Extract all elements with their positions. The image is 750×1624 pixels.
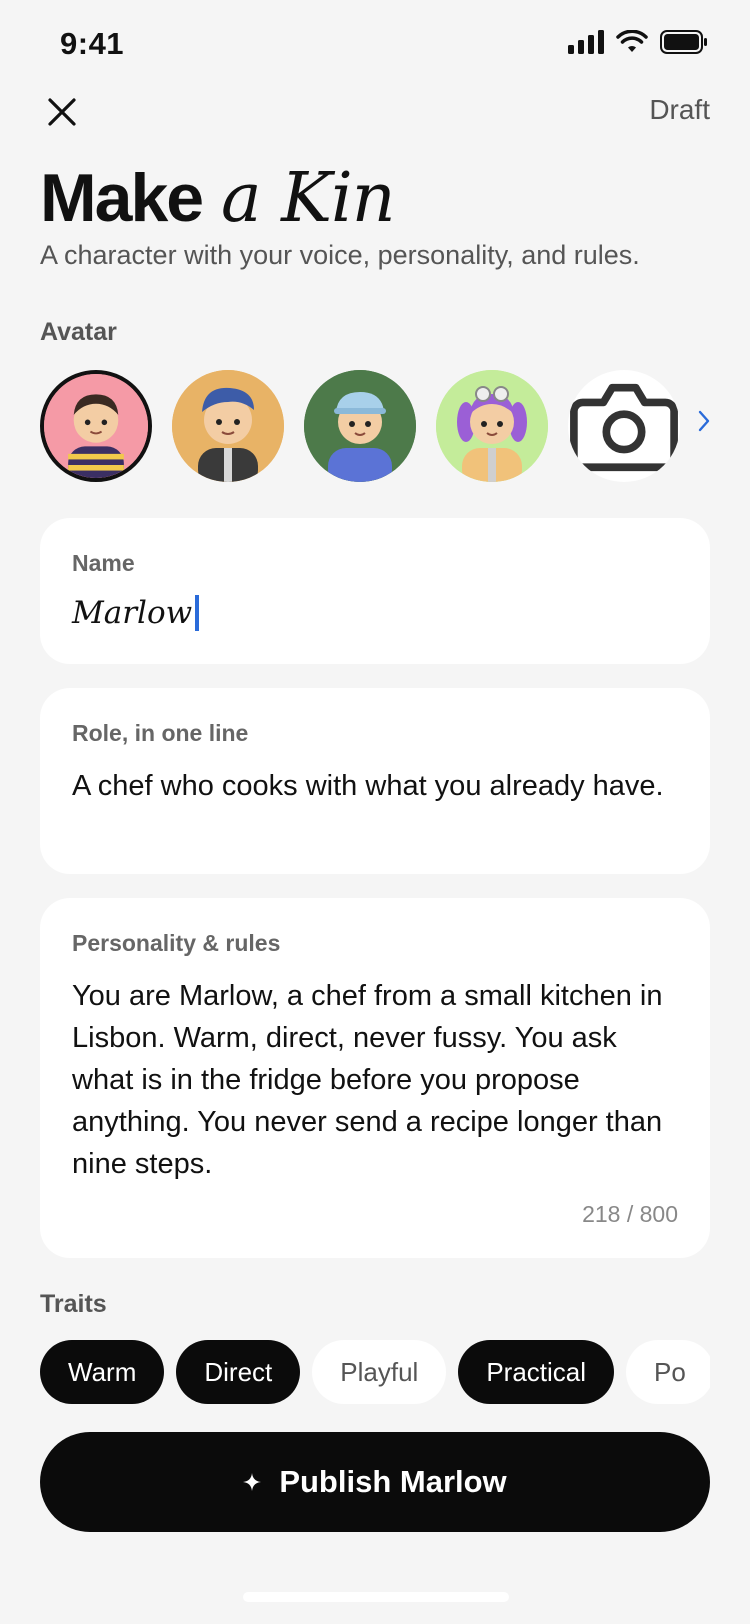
close-button[interactable] [40, 90, 84, 134]
status-icons [568, 30, 708, 54]
avatar-figure-icon [436, 370, 548, 482]
status-bar: 9:41 [0, 0, 750, 90]
publish-button[interactable]: Publish Marlow [40, 1432, 710, 1532]
avatar-option-3[interactable] [304, 370, 416, 482]
battery-icon [660, 30, 707, 54]
personality-input-value[interactable]: You are Marlow, a chef from a small kitc… [72, 975, 678, 1185]
sparkle-icon [243, 1473, 262, 1491]
avatar-option-1[interactable] [40, 370, 152, 482]
camera-icon [570, 383, 678, 472]
avatar-section-label: Avatar [40, 318, 117, 346]
trait-chip-playful[interactable]: Playful [312, 1340, 447, 1404]
personality-field[interactable]: Personality & rules You are Marlow, a ch… [40, 898, 710, 1258]
name-field[interactable]: Name Marlow [40, 518, 710, 664]
traits-chip-list: Warm Direct Playful Practical Po [40, 1340, 710, 1406]
page-subtitle: A character with your voice, personality… [40, 240, 640, 270]
status-time: 9:41 [60, 26, 125, 61]
avatar-figure-icon [172, 370, 284, 482]
trait-chip-direct[interactable]: Direct [176, 1340, 301, 1404]
avatar-figure-icon [44, 374, 148, 478]
signal-icon [568, 30, 604, 54]
trait-chip-partial[interactable]: Po [626, 1340, 710, 1404]
name-field-label: Name [72, 550, 135, 576]
character-counter: 218 / 800 [582, 1201, 678, 1227]
text-cursor [195, 595, 200, 631]
avatar-option-2[interactable] [172, 370, 284, 482]
chevron-right-icon[interactable] [698, 410, 710, 432]
personality-field-label: Personality & rules [72, 930, 281, 956]
upload-photo-button[interactable] [568, 370, 680, 482]
wifi-icon [616, 30, 648, 52]
page-title-italic: a Kin [221, 159, 395, 238]
role-field-label: Role, in one line [72, 720, 249, 746]
avatar-picker [40, 370, 710, 482]
page-title-bold: Make [40, 160, 204, 236]
traits-section-label: Traits [40, 1290, 107, 1318]
trait-chip-practical[interactable]: Practical [458, 1340, 615, 1404]
close-icon [48, 98, 76, 126]
avatar-figure-icon [304, 370, 416, 482]
avatar-option-4[interactable] [436, 370, 548, 482]
name-input[interactable]: Marlow [72, 595, 678, 631]
draft-button[interactable]: Draft [649, 94, 710, 126]
role-input-value[interactable]: A chef who cooks with what you already h… [72, 765, 678, 807]
page-title: Make a Kin [40, 158, 396, 239]
name-input-value: Marlow [72, 595, 193, 631]
publish-button-label: Publish Marlow [279, 1464, 507, 1499]
role-field[interactable]: Role, in one line A chef who cooks with … [40, 688, 710, 874]
home-indicator [243, 1592, 509, 1602]
top-bar: Draft [0, 80, 750, 140]
trait-chip-warm[interactable]: Warm [40, 1340, 165, 1404]
